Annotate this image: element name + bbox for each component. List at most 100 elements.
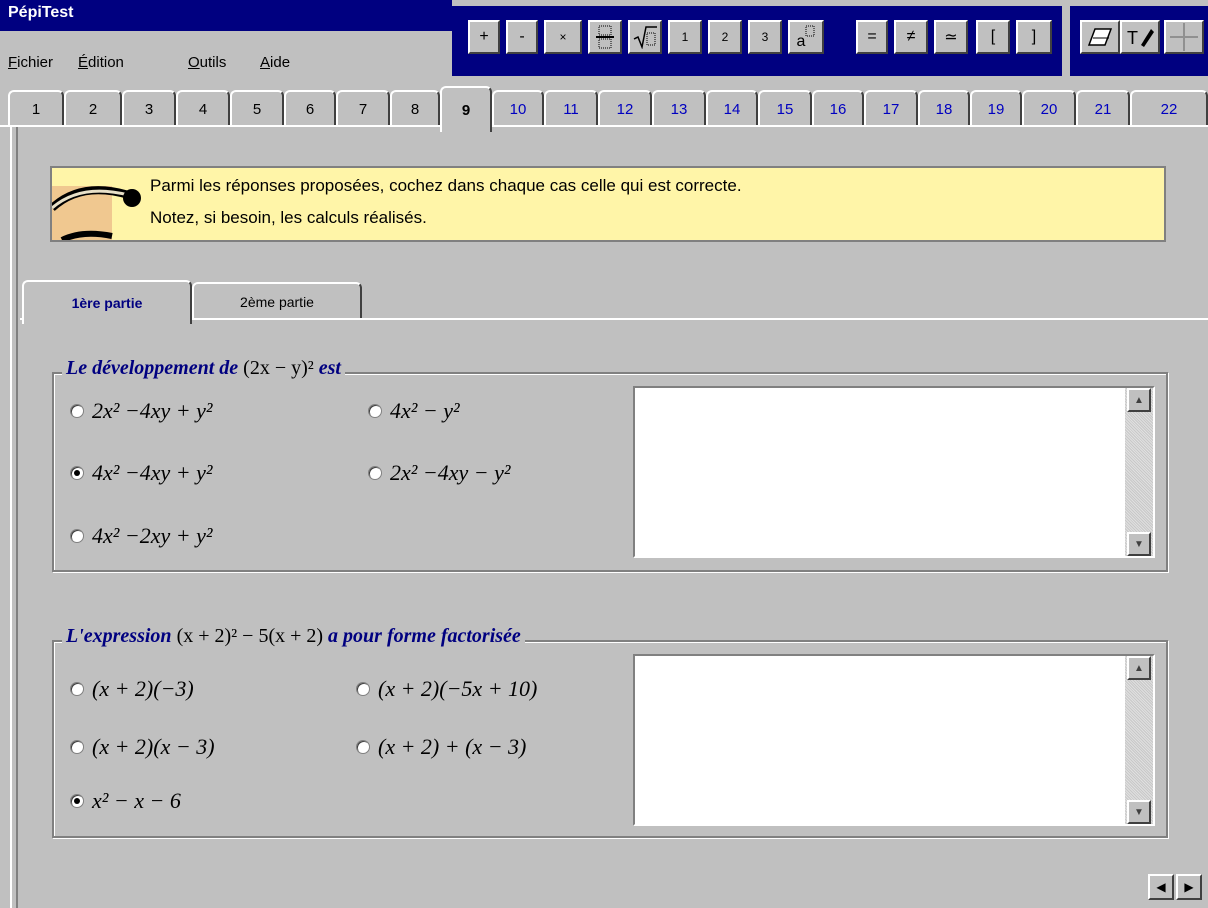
text-pen-icon: T bbox=[1127, 28, 1154, 48]
tab-3[interactable]: 3 bbox=[122, 90, 176, 126]
q2-option-3-radio[interactable] bbox=[70, 740, 84, 754]
sqrt-icon bbox=[633, 26, 657, 49]
q2-option-4[interactable]: (x + 2) + (x − 3) bbox=[356, 734, 526, 760]
tab-21[interactable]: 21 bbox=[1076, 90, 1130, 126]
q2-option-3[interactable]: (x + 2)(x − 3) bbox=[70, 734, 215, 760]
question-1-legend: Le développement de (2x − y)² est bbox=[62, 357, 345, 380]
q1-option-1[interactable]: 2x² −4xy + y² bbox=[70, 398, 212, 424]
question-2-legend-suffix: a pour forme factorisée bbox=[328, 625, 521, 647]
q1-option-2[interactable]: 4x² − y² bbox=[368, 398, 460, 424]
tab-6[interactable]: 6 bbox=[284, 90, 336, 126]
fraction-button[interactable] bbox=[588, 20, 622, 54]
menu-edition[interactable]: Édition bbox=[78, 54, 124, 71]
eraser-button[interactable] bbox=[1080, 20, 1120, 54]
left-bracket-button[interactable]: [ bbox=[976, 20, 1010, 54]
tab-13[interactable]: 13 bbox=[652, 90, 706, 126]
menu-outils[interactable]: Outils bbox=[188, 54, 226, 71]
exponent-label: a bbox=[796, 33, 806, 50]
page-navigation: ◀ ▶ bbox=[1148, 874, 1204, 902]
scroll-down-icon[interactable]: ▼ bbox=[1127, 800, 1151, 824]
tab-10[interactable]: 10 bbox=[492, 90, 544, 126]
q1-option-3-radio[interactable] bbox=[70, 466, 84, 480]
minus-button[interactable]: - bbox=[506, 20, 538, 54]
menu-fichier[interactable]: Fichier bbox=[8, 54, 53, 71]
q1-option-1-radio[interactable] bbox=[70, 404, 84, 418]
text-pen-button[interactable]: T bbox=[1120, 20, 1160, 54]
tab-19[interactable]: 19 bbox=[970, 90, 1022, 126]
svg-text:T: T bbox=[1127, 28, 1138, 48]
eraser-icon bbox=[1087, 28, 1113, 46]
tab-1[interactable]: 1 bbox=[8, 90, 64, 126]
instruction-line-1: Parmi les réponses proposées, cochez dan… bbox=[150, 176, 742, 195]
tab-9[interactable]: 9 bbox=[440, 86, 492, 132]
tab-18[interactable]: 18 bbox=[918, 90, 970, 126]
tab-2[interactable]: 2 bbox=[64, 90, 122, 126]
previous-page-button[interactable]: ◀ bbox=[1148, 874, 1174, 900]
approx-button[interactable]: ≃ bbox=[934, 20, 968, 54]
plus-button[interactable]: + bbox=[468, 20, 500, 54]
q2-option-4-radio[interactable] bbox=[356, 740, 370, 754]
q2-option-1[interactable]: (x + 2)(−3) bbox=[70, 676, 194, 702]
not-equal-button[interactable]: ≠ bbox=[894, 20, 928, 54]
q1-option-5-label: 4x² −2xy + y² bbox=[92, 523, 213, 548]
question-2-legend-prefix: L'expression bbox=[66, 625, 172, 647]
q1-option-5[interactable]: 4x² −2xy + y² bbox=[70, 523, 212, 549]
crosshair-button[interactable] bbox=[1164, 20, 1204, 54]
tab-premiere-partie[interactable]: 1ère partie bbox=[22, 280, 192, 324]
tab-5[interactable]: 5 bbox=[230, 90, 284, 126]
scroll-up-icon[interactable]: ▲ bbox=[1127, 388, 1151, 412]
q2-option-5-label: x² − x − 6 bbox=[92, 788, 181, 813]
exponent-box-icon bbox=[805, 25, 815, 37]
tab-7[interactable]: 7 bbox=[336, 90, 390, 126]
power2-button[interactable]: 2 bbox=[708, 20, 742, 54]
tab-11[interactable]: 11 bbox=[544, 90, 598, 126]
power3-button[interactable]: 3 bbox=[748, 20, 782, 54]
tab-4[interactable]: 4 bbox=[176, 90, 230, 126]
scroll-down-icon[interactable]: ▼ bbox=[1127, 532, 1151, 556]
app-title: PépiTest bbox=[8, 4, 74, 21]
menu-aide[interactable]: Aide bbox=[260, 54, 290, 71]
q2-notes-textarea[interactable]: ▲ ▼ bbox=[633, 654, 1155, 826]
tab-20[interactable]: 20 bbox=[1022, 90, 1076, 126]
q1-option-5-radio[interactable] bbox=[70, 529, 84, 543]
q1-option-4[interactable]: 2x² −4xy − y² bbox=[368, 460, 510, 486]
scroll-up-icon[interactable]: ▲ bbox=[1127, 656, 1151, 680]
q2-option-4-label: (x + 2) + (x − 3) bbox=[378, 734, 527, 759]
times-button[interactable]: × bbox=[544, 20, 582, 54]
tab-16[interactable]: 16 bbox=[812, 90, 864, 126]
q1-option-1-label: 2x² −4xy + y² bbox=[92, 398, 213, 423]
sqrt-button[interactable] bbox=[628, 20, 662, 54]
tab-12[interactable]: 12 bbox=[598, 90, 652, 126]
q1-option-4-radio[interactable] bbox=[368, 466, 382, 480]
crosshair-icon bbox=[1170, 23, 1198, 51]
next-page-button[interactable]: ▶ bbox=[1176, 874, 1202, 900]
q1-notes-scrollbar[interactable]: ▲ ▼ bbox=[1125, 388, 1153, 556]
panel-left-border-shadow bbox=[16, 125, 18, 908]
q2-notes-scrollbar[interactable]: ▲ ▼ bbox=[1125, 656, 1153, 824]
question-1-expression: (2x − y)² bbox=[243, 357, 314, 379]
q1-option-3[interactable]: 4x² −4xy + y² bbox=[70, 460, 212, 486]
question-1-legend-prefix: Le développement de bbox=[66, 357, 239, 379]
tab-15[interactable]: 15 bbox=[758, 90, 812, 126]
question-1-legend-suffix: est bbox=[318, 357, 341, 379]
q2-option-1-radio[interactable] bbox=[70, 682, 84, 696]
q1-option-2-radio[interactable] bbox=[368, 404, 382, 418]
q2-option-1-label: (x + 2)(−3) bbox=[92, 676, 194, 701]
power1-button[interactable]: 1 bbox=[668, 20, 702, 54]
q2-option-2-radio[interactable] bbox=[356, 682, 370, 696]
tab-17[interactable]: 17 bbox=[864, 90, 918, 126]
equals-button[interactable]: = bbox=[856, 20, 888, 54]
tab-deuxieme-partie[interactable]: 2ème partie bbox=[192, 282, 362, 320]
q2-option-2[interactable]: (x + 2)(−5x + 10) bbox=[356, 676, 537, 702]
q2-option-5-radio[interactable] bbox=[70, 794, 84, 808]
tab-8[interactable]: 8 bbox=[390, 90, 440, 126]
right-bracket-button[interactable]: ] bbox=[1016, 20, 1052, 54]
instruction-line-2: Notez, si besoin, les calculs réalisés. bbox=[150, 208, 427, 227]
q2-option-2-label: (x + 2)(−5x + 10) bbox=[378, 676, 538, 701]
exponent-button[interactable]: a bbox=[788, 20, 824, 54]
tab-14[interactable]: 14 bbox=[706, 90, 758, 126]
panel-left-border bbox=[10, 125, 12, 908]
tab-22[interactable]: 22 bbox=[1130, 90, 1208, 126]
q1-notes-textarea[interactable]: ▲ ▼ bbox=[633, 386, 1155, 558]
q2-option-5[interactable]: x² − x − 6 bbox=[70, 788, 181, 814]
